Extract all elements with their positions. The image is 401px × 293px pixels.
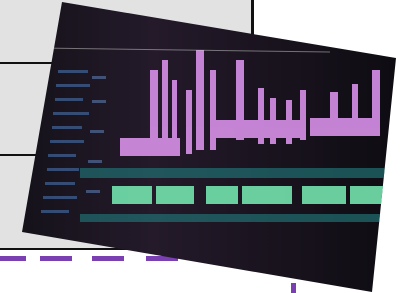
photo-frame <box>22 2 396 292</box>
video-editing-photo <box>22 2 396 292</box>
